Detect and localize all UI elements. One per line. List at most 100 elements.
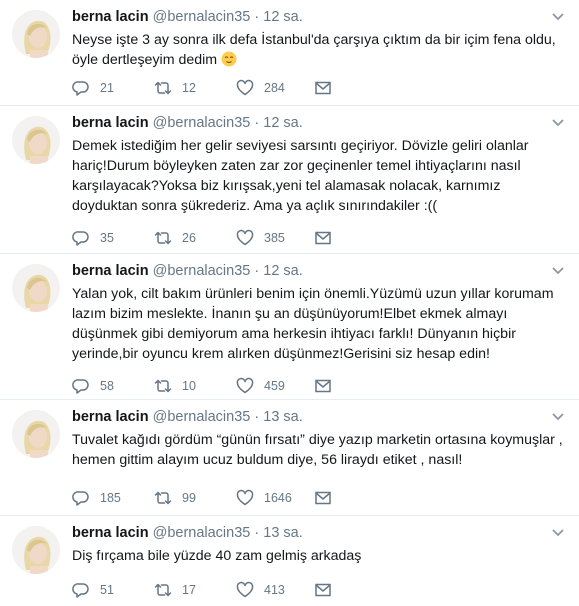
- author-handle[interactable]: @bernalacin35: [153, 525, 251, 541]
- tweet-actions: 58 10 459: [72, 376, 552, 396]
- retweet-count: 10: [182, 379, 196, 393]
- envelope-icon: [315, 81, 331, 95]
- heart-icon: [236, 581, 254, 598]
- retweet-count: 12: [182, 81, 196, 95]
- retweet-count: 99: [182, 491, 196, 505]
- author-name[interactable]: berna lacin: [72, 9, 149, 25]
- reply-count: 58: [100, 379, 114, 393]
- direct-message-button[interactable]: [314, 376, 332, 396]
- author-handle[interactable]: @bernalacin35: [153, 409, 251, 425]
- author-handle[interactable]: @bernalacin35: [153, 263, 251, 279]
- envelope-icon: [315, 491, 331, 505]
- retweet-icon: [154, 231, 172, 245]
- like-count: 459: [264, 379, 285, 393]
- retweet-icon: [154, 379, 172, 393]
- reply-icon: [72, 583, 89, 598]
- chevron-down-icon[interactable]: [551, 412, 565, 422]
- like-button[interactable]: 385: [236, 228, 285, 248]
- retweet-button[interactable]: 99: [154, 488, 196, 508]
- tweet[interactable]: berna lacin @bernalacin35 · 13 sa. Diş f…: [0, 516, 579, 606]
- reply-count: 21: [100, 81, 114, 95]
- reply-button[interactable]: 21: [72, 78, 114, 98]
- chevron-down-icon[interactable]: [551, 528, 565, 538]
- like-button[interactable]: 284: [236, 78, 285, 98]
- separator: ·: [254, 9, 260, 25]
- tweet[interactable]: berna lacin @bernalacin35 · 13 sa. Tuval…: [0, 400, 579, 516]
- author-name[interactable]: berna lacin: [72, 409, 149, 425]
- reply-button[interactable]: 58: [72, 376, 114, 396]
- like-count: 413: [264, 583, 285, 597]
- like-count: 385: [264, 231, 285, 245]
- timestamp[interactable]: 12 sa.: [263, 115, 303, 131]
- reply-button[interactable]: 51: [72, 580, 114, 600]
- timestamp[interactable]: 13 sa.: [263, 409, 303, 425]
- retweet-icon: [154, 583, 172, 597]
- tweet-header: berna lacin @bernalacin35 · 12 sa.: [72, 262, 303, 280]
- tweet-text: Neyse işte 3 ay sonra ilk defa İstanbul'…: [72, 30, 567, 70]
- like-button[interactable]: 459: [236, 376, 285, 396]
- timestamp[interactable]: 12 sa.: [263, 263, 303, 279]
- like-button[interactable]: 413: [236, 580, 285, 600]
- tweet-actions: 21 12 284: [72, 78, 552, 98]
- timestamp[interactable]: 13 sa.: [263, 525, 303, 541]
- tweet-header: berna lacin @bernalacin35 · 13 sa.: [72, 524, 303, 542]
- avatar[interactable]: [12, 264, 60, 312]
- retweet-icon: [154, 81, 172, 95]
- reply-count: 185: [100, 491, 121, 505]
- retweet-count: 17: [182, 583, 196, 597]
- reply-button[interactable]: 35: [72, 228, 114, 248]
- like-button[interactable]: 1646: [236, 488, 292, 508]
- heart-icon: [236, 377, 254, 394]
- tweet-feed: berna lacin @bernalacin35 · 12 sa. Neyse…: [0, 0, 579, 606]
- tweet-text: Demek istediğim her gelir seviyesi sarsı…: [72, 138, 529, 214]
- reply-icon: [72, 491, 89, 506]
- reply-button[interactable]: 185: [72, 488, 121, 508]
- tweet[interactable]: berna lacin @bernalacin35 · 12 sa. Neyse…: [0, 0, 579, 106]
- direct-message-button[interactable]: [314, 78, 332, 98]
- heart-icon: [236, 229, 254, 246]
- author-handle[interactable]: @bernalacin35: [153, 9, 251, 25]
- envelope-icon: [315, 231, 331, 245]
- separator: ·: [254, 525, 260, 541]
- direct-message-button[interactable]: [314, 580, 332, 600]
- author-handle[interactable]: @bernalacin35: [153, 115, 251, 131]
- tweet-text: Tuvalet kağıdı gördüm “günün fırsatı” di…: [72, 432, 563, 468]
- tweet-header: berna lacin @bernalacin35 · 12 sa.: [72, 8, 303, 26]
- reply-icon: [72, 81, 89, 96]
- retweet-button[interactable]: 26: [154, 228, 196, 248]
- heart-icon: [236, 79, 254, 96]
- avatar[interactable]: [12, 526, 60, 574]
- like-count: 284: [264, 81, 285, 95]
- avatar[interactable]: [12, 410, 60, 458]
- author-name[interactable]: berna lacin: [72, 525, 149, 541]
- tweet-actions: 35 26 385: [72, 228, 552, 248]
- avatar[interactable]: [12, 116, 60, 164]
- author-name[interactable]: berna lacin: [72, 115, 149, 131]
- avatar[interactable]: [12, 10, 60, 58]
- envelope-icon: [315, 379, 331, 393]
- chevron-down-icon[interactable]: [551, 118, 565, 128]
- direct-message-button[interactable]: [314, 228, 332, 248]
- direct-message-button[interactable]: [314, 488, 332, 508]
- timestamp[interactable]: 12 sa.: [263, 9, 303, 25]
- author-name[interactable]: berna lacin: [72, 263, 149, 279]
- tweet-header: berna lacin @bernalacin35 · 12 sa.: [72, 114, 303, 132]
- reply-icon: [72, 379, 89, 394]
- retweet-button[interactable]: 12: [154, 78, 196, 98]
- heart-icon: [236, 489, 254, 506]
- retweet-button[interactable]: 10: [154, 376, 196, 396]
- chevron-down-icon[interactable]: [551, 266, 565, 276]
- chevron-down-icon[interactable]: [551, 12, 565, 22]
- tweet-text: Diş fırçama bile yüzde 40 zam gelmiş ark…: [72, 548, 362, 564]
- tweet[interactable]: berna lacin @bernalacin35 · 12 sa. Demek…: [0, 106, 579, 254]
- separator: ·: [254, 115, 260, 131]
- reply-count: 51: [100, 583, 114, 597]
- tweet[interactable]: berna lacin @bernalacin35 · 12 sa. Yalan…: [0, 254, 579, 400]
- retweet-count: 26: [182, 231, 196, 245]
- like-count: 1646: [264, 491, 292, 505]
- tweet-actions: 185 99 1646: [72, 488, 552, 508]
- retweet-button[interactable]: 17: [154, 580, 196, 600]
- separator: ·: [254, 263, 260, 279]
- tweet-text: Yalan yok, cilt bakım ürünleri benim içi…: [72, 286, 554, 362]
- tweet-actions: 51 17 413: [72, 580, 552, 600]
